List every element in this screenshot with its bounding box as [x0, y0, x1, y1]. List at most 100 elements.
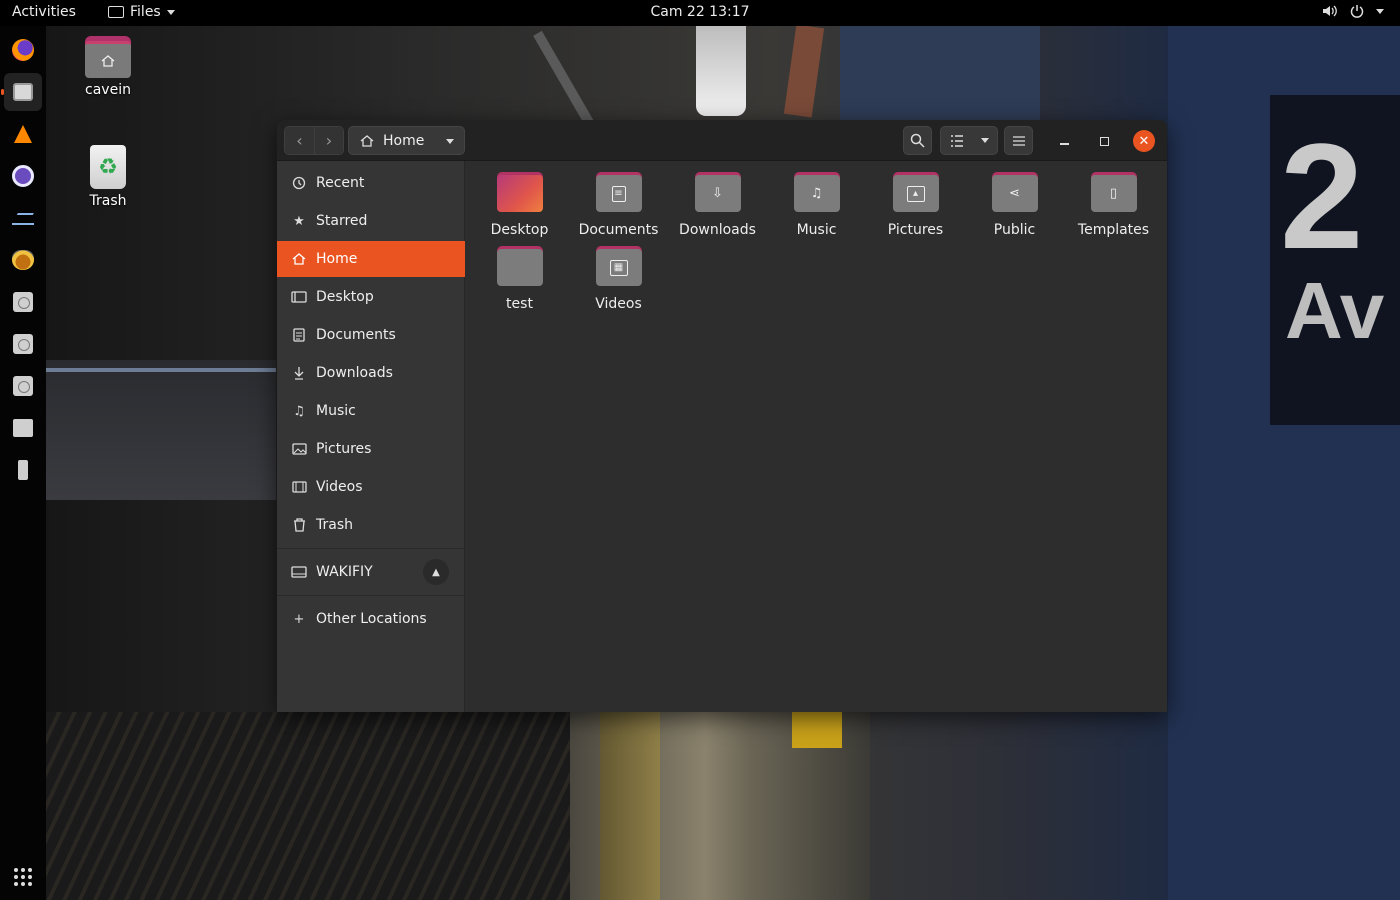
chevron-down-icon: [1376, 8, 1384, 14]
wallpaper-tracks: [46, 712, 586, 900]
folder-label: Documents: [578, 222, 659, 238]
sidebar-item-documents[interactable]: Documents: [277, 317, 465, 353]
dock-transmission[interactable]: [4, 241, 42, 279]
close-icon: ✕: [1138, 133, 1150, 149]
dock-disk-3[interactable]: [4, 367, 42, 405]
folder-label: Videos: [595, 296, 642, 312]
dock-ssd[interactable]: [4, 409, 42, 447]
folder-item-desktop[interactable]: Desktop: [470, 170, 569, 238]
templates-folder-icon: ▯: [1090, 170, 1137, 212]
view-options-dropdown[interactable]: [980, 138, 989, 143]
sidebar-item-starred[interactable]: ★ Starred: [277, 203, 465, 239]
main-menu-button[interactable]: [1004, 126, 1033, 155]
folder-item-music[interactable]: ♫ Music: [767, 170, 866, 238]
close-button[interactable]: ✕: [1133, 130, 1155, 152]
dock-disk-1[interactable]: [4, 283, 42, 321]
wallpaper-blue-wall: [1168, 26, 1400, 900]
home-icon: [291, 251, 307, 267]
clock-icon: [291, 175, 307, 191]
document-icon: [291, 327, 307, 343]
disk-icon: [13, 376, 33, 396]
folder-label: Downloads: [679, 222, 756, 238]
clock-button[interactable]: Cam 22 13:17: [650, 4, 749, 20]
folder-label: Public: [993, 222, 1036, 238]
home-folder-icon: [85, 36, 131, 78]
folder-item-public[interactable]: ⋖ Public: [965, 170, 1064, 238]
list-view-button[interactable]: [950, 134, 964, 147]
forward-button[interactable]: ›: [314, 127, 343, 154]
maximize-icon: [1099, 136, 1109, 146]
music-folder-icon: ♫: [793, 170, 840, 212]
sidebar-item-label: Home: [316, 251, 358, 267]
dock-github-desktop[interactable]: [4, 157, 42, 195]
eject-icon: ▲: [432, 566, 440, 578]
sidebar-item-device-wakifiy[interactable]: WAKIFIY ▲: [277, 554, 465, 590]
trash-icon: [291, 517, 307, 533]
wallpaper-platform: [570, 712, 870, 900]
sidebar-divider: [277, 595, 465, 596]
desktop-icon-label: Trash: [89, 193, 127, 209]
eject-button[interactable]: ▲: [423, 559, 449, 585]
folder-label: Music: [796, 222, 837, 238]
dock-files[interactable]: [1, 73, 42, 111]
top-bar: Activities Files Cam 22 13:17: [0, 0, 1400, 26]
music-icon: ♫: [293, 403, 305, 419]
back-button[interactable]: ‹: [285, 127, 314, 154]
system-menu-button[interactable]: [1322, 4, 1384, 18]
public-folder-icon: ⋖: [991, 170, 1038, 212]
chevron-right-icon: ›: [325, 131, 333, 150]
dock-firefox[interactable]: [4, 31, 42, 69]
download-icon: [291, 365, 307, 381]
minimize-button[interactable]: [1053, 130, 1075, 152]
sidebar-item-videos[interactable]: Videos: [277, 469, 465, 505]
sidebar-item-desktop[interactable]: Desktop: [277, 279, 465, 315]
sidebar-item-other-locations[interactable]: + Other Locations: [277, 601, 465, 637]
folder-item-pictures[interactable]: ▴ Pictures: [866, 170, 965, 238]
folder-item-downloads[interactable]: ⇩ Downloads: [668, 170, 767, 238]
sidebar-item-music[interactable]: ♫ Music: [277, 393, 465, 429]
desktop-icon-trash[interactable]: ♻ Trash: [68, 145, 148, 209]
sidebar-item-label: Starred: [316, 213, 368, 229]
folder-item-videos[interactable]: ▦ Videos: [569, 244, 668, 312]
usb-icon: [18, 460, 28, 480]
volume-icon: [1323, 5, 1337, 17]
sidebar-item-label: Music: [316, 403, 356, 419]
chevron-down-icon: [446, 139, 454, 144]
sidebar-item-pictures[interactable]: Pictures: [277, 431, 465, 467]
sidebar-item-label: WAKIFIY: [316, 564, 373, 580]
system-monitor-icon: [12, 211, 34, 225]
transmission-icon: [12, 250, 34, 270]
dock-disk-2[interactable]: [4, 325, 42, 363]
wallpaper-yellow-block: [792, 712, 842, 748]
path-bar-home-button[interactable]: Home: [348, 126, 465, 155]
dock-vlc[interactable]: [4, 115, 42, 153]
sidebar-item-downloads[interactable]: Downloads: [277, 355, 465, 391]
desktop-folder-icon: [496, 170, 543, 212]
sidebar-item-label: Documents: [316, 327, 396, 343]
sidebar-item-home[interactable]: Home: [277, 241, 465, 277]
maximize-button[interactable]: [1093, 130, 1115, 152]
sidebar-item-trash[interactable]: Trash: [277, 507, 465, 543]
chevron-down-icon: [166, 9, 175, 15]
sidebar-item-recent[interactable]: Recent: [277, 165, 465, 201]
wallpaper-ceiling-light: [696, 26, 746, 116]
show-applications-button[interactable]: [4, 858, 42, 896]
view-toggle-group: [940, 126, 998, 155]
minimize-icon: [1059, 143, 1069, 145]
desktop-icon-home[interactable]: cavein: [68, 36, 148, 98]
dock: [0, 26, 46, 900]
dock-usb[interactable]: [4, 451, 42, 489]
folder-item-test[interactable]: test: [470, 244, 569, 312]
folder-item-templates[interactable]: ▯ Templates: [1064, 170, 1163, 238]
star-icon: ★: [293, 213, 305, 229]
folder-item-documents[interactable]: ≡ Documents: [569, 170, 668, 238]
desktop-icon-label: cavein: [85, 82, 131, 98]
navigation-buttons: ‹ ›: [284, 126, 344, 155]
files-window: ‹ › Home ✕ Recent ★ Starred Home Desktop…: [277, 120, 1167, 712]
plus-icon: +: [293, 611, 305, 627]
activities-button[interactable]: Activities: [12, 4, 76, 20]
power-icon: [1350, 5, 1364, 18]
dock-system-monitor[interactable]: [4, 199, 42, 237]
search-button[interactable]: [903, 126, 932, 155]
app-menu-button[interactable]: Files: [108, 4, 175, 20]
